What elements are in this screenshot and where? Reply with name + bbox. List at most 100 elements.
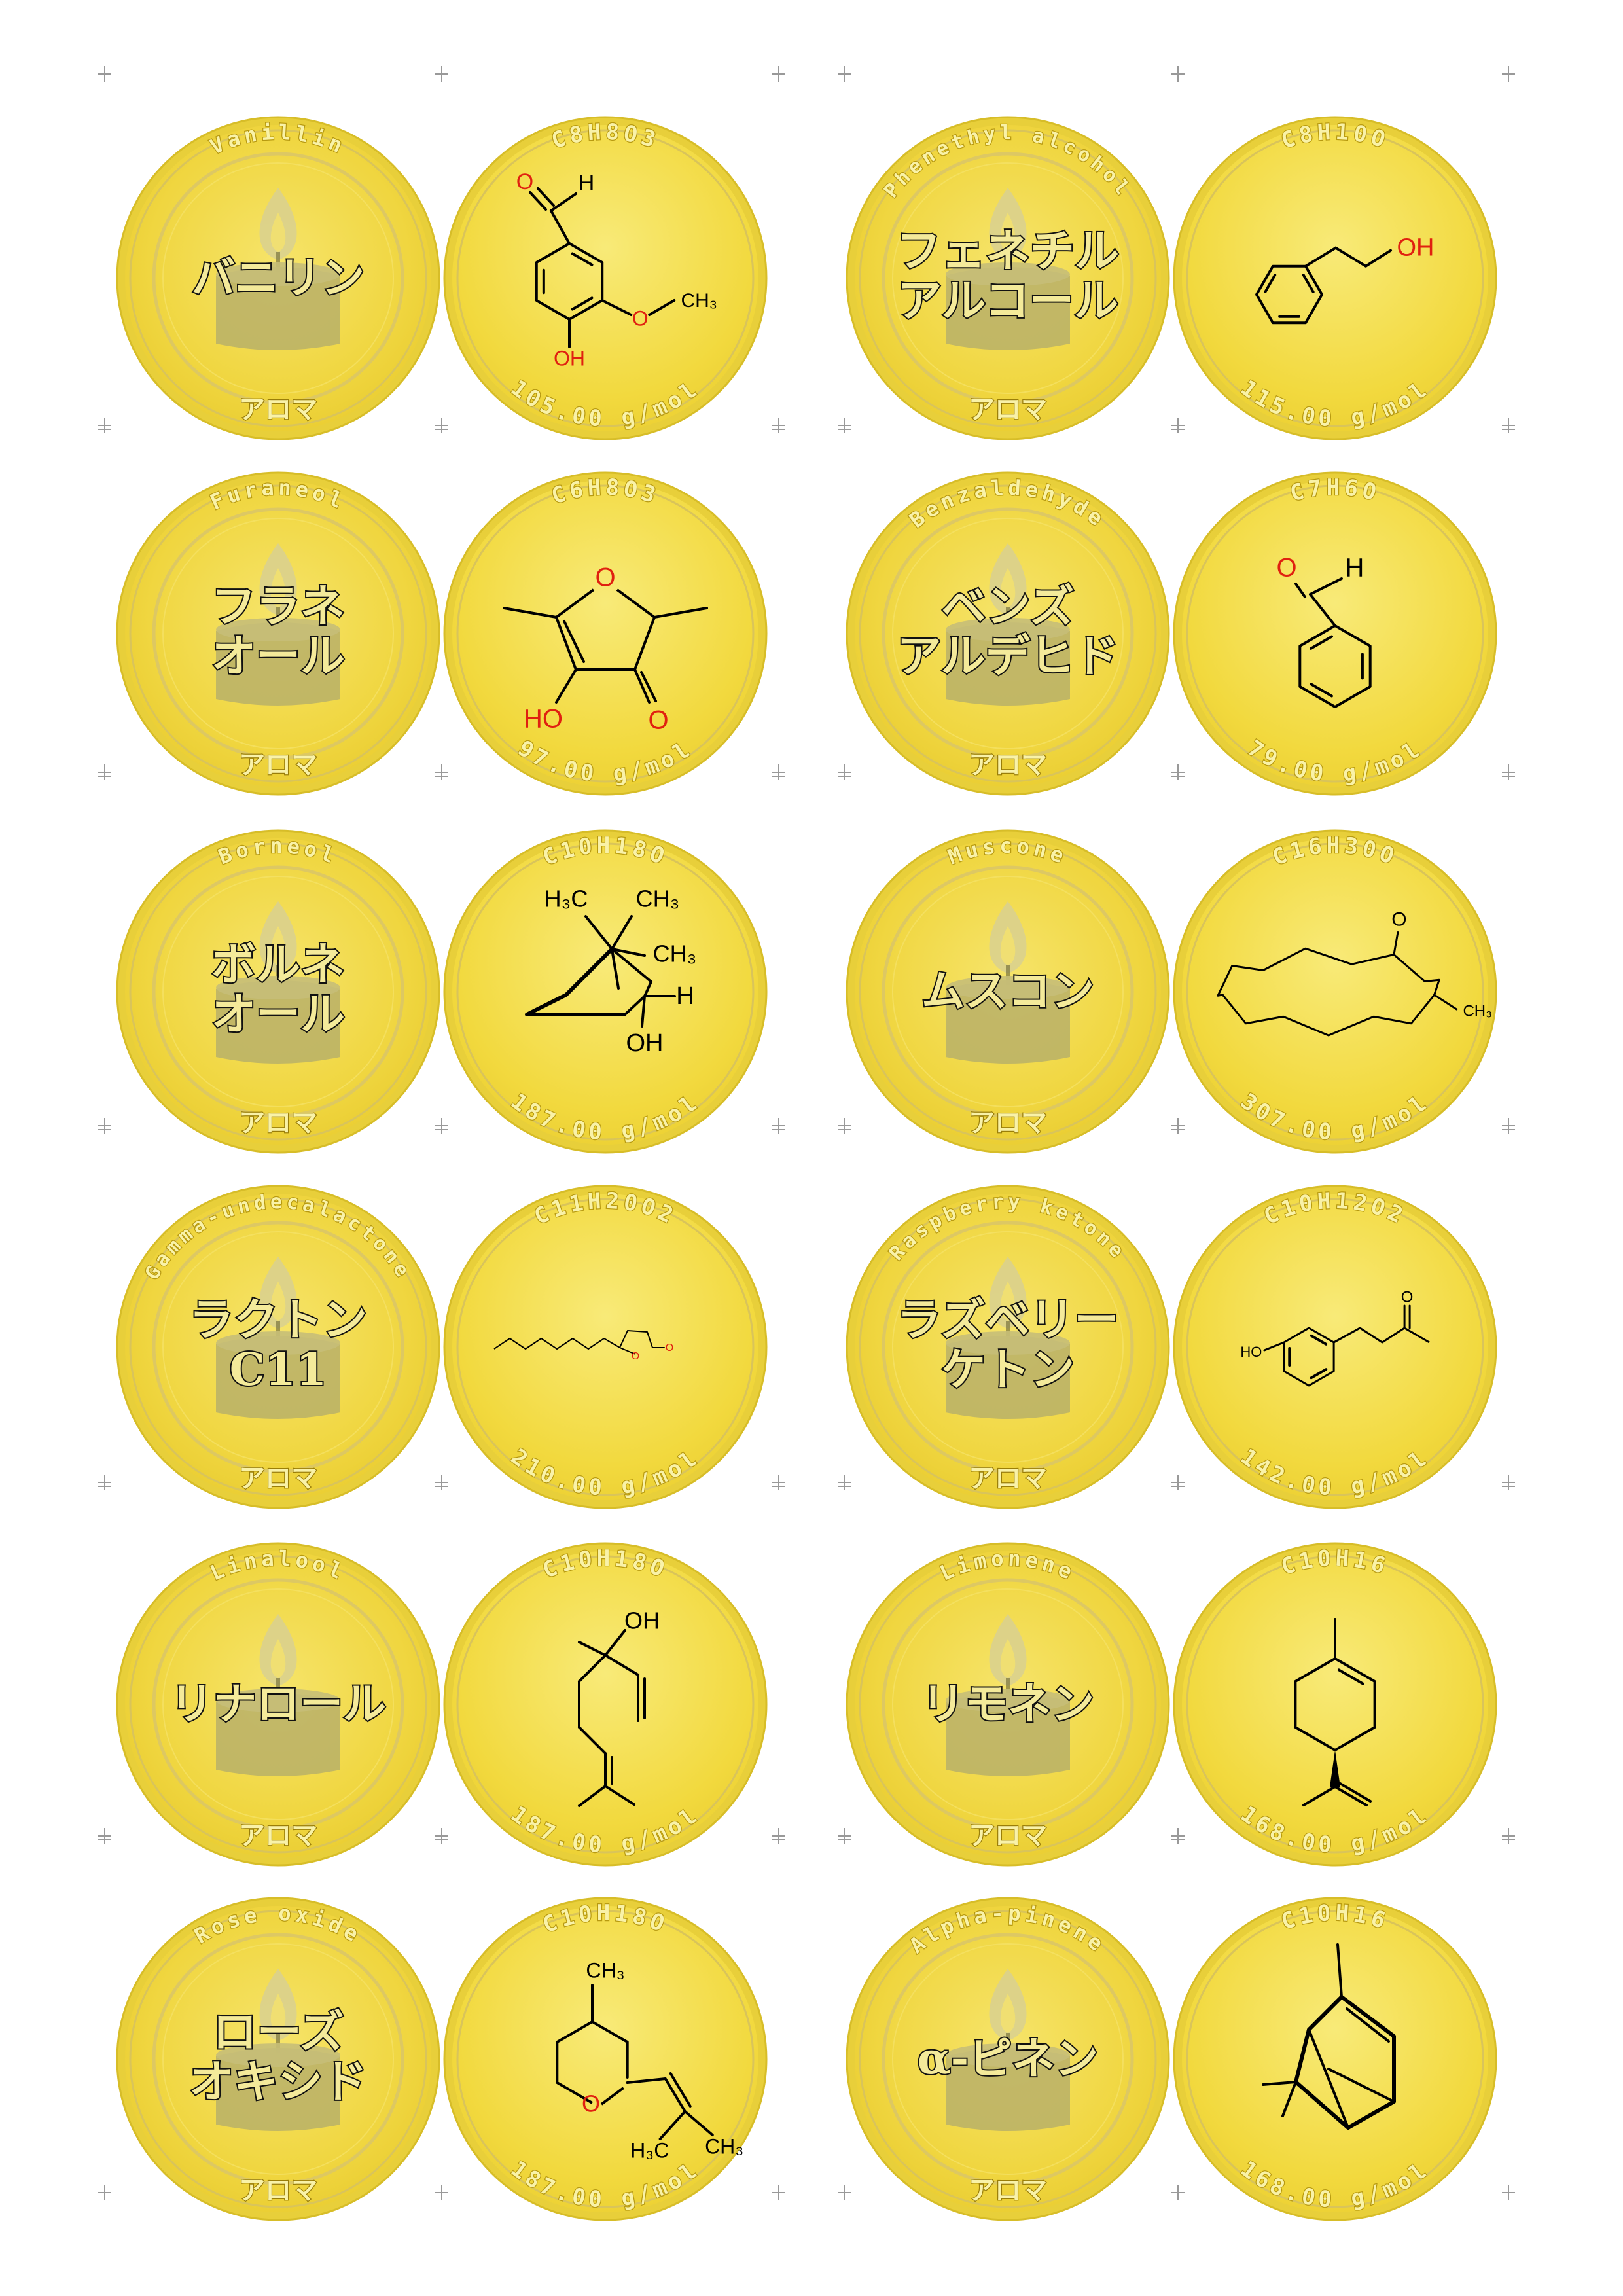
crop-mark	[98, 2185, 111, 2200]
coin-japanese-name: ベンズ	[942, 581, 1075, 633]
coin-japanese-name: ローズ	[213, 2006, 344, 2058]
coin-front: Linaloolアロマリナロール	[116, 1542, 440, 1867]
crop-mark	[1171, 2185, 1185, 2200]
coin-footer-label: アロマ	[239, 1107, 317, 1138]
atom-label: O	[648, 706, 668, 735]
coin-back: C10H16168.00 g/mol	[1173, 1542, 1497, 1867]
coin-japanese-name: オール	[211, 988, 345, 1041]
crop-mark	[1171, 1828, 1185, 1844]
atom-label: O	[582, 2090, 600, 2117]
coin-front: Borneolアロマボルネオール	[116, 829, 440, 1154]
coin-japanese-name: フェネチル	[897, 225, 1119, 278]
atom-label: HO	[1240, 1344, 1262, 1360]
coin-japanese-name: ラクトン	[189, 1294, 367, 1346]
atom-label: CH₃	[705, 2134, 743, 2158]
coin-back: C10H16168.00 g/mol	[1173, 1897, 1497, 2221]
crop-mark	[838, 418, 851, 433]
coin-back: C10H18O187.00 g/molOCH₃H₃C CH₃	[443, 1897, 768, 2221]
atom-label: H	[1346, 554, 1364, 583]
coin-footer-label: アロマ	[239, 394, 317, 425]
coin-japanese-name: アルコール	[897, 275, 1118, 327]
coin-japanese-name: α-ピネン	[918, 2033, 1098, 2084]
coin-front: Vanillinアロマバニリン	[116, 116, 440, 440]
atom-label: O	[632, 1351, 639, 1362]
coin-footer-label: アロマ	[969, 1463, 1047, 1494]
coin-footer-label: アロマ	[969, 2175, 1047, 2206]
coin-back: C11H20O2210.00 g/molOO	[443, 1185, 768, 1509]
crop-mark	[1171, 1118, 1185, 1134]
crop-mark	[98, 1475, 111, 1490]
crop-mark	[435, 1118, 448, 1134]
atom-label: OH	[624, 1607, 660, 1634]
coin-front: Gamma-undecalactoneアロマラクトンC11	[116, 1185, 440, 1509]
coin-footer-label: アロマ	[969, 1107, 1047, 1138]
crop-mark	[1502, 1118, 1515, 1134]
atom-label: H₃C	[544, 886, 588, 912]
crop-mark	[98, 1118, 111, 1134]
coin-japanese-name: ケトン	[941, 1344, 1075, 1396]
coin-front: Raspberry ketoneアロマラズベリーケトン	[846, 1185, 1170, 1509]
atom-label: H	[579, 171, 595, 196]
crop-mark	[435, 66, 448, 82]
coin-footer-label: アロマ	[239, 749, 317, 780]
crop-mark	[98, 1828, 111, 1844]
crop-mark	[838, 1118, 851, 1134]
crop-mark	[1171, 418, 1185, 433]
coin-japanese-name: オール	[211, 630, 345, 683]
crop-mark	[838, 764, 851, 780]
coin-japanese-name: アルデヒド	[897, 630, 1118, 683]
atom-label: CH₃	[653, 941, 697, 967]
crop-mark	[838, 66, 851, 82]
coin-front: Benzaldehydeアロマベンズアルデヒド	[846, 471, 1170, 796]
coin-front: Musconeアロマムスコン	[846, 829, 1170, 1154]
coin-front: Rose oxideアロマローズオキシド	[116, 1897, 440, 2221]
coin-back: C16H30O307.00 g/molOCH₃	[1173, 829, 1497, 1154]
crop-mark	[1502, 2185, 1515, 2200]
crop-mark	[772, 1475, 785, 1490]
crop-mark	[1171, 66, 1185, 82]
atom-label: O	[1391, 908, 1406, 930]
atom-label: HO	[524, 705, 563, 734]
crop-mark	[1502, 418, 1515, 433]
atom-label: O	[666, 1342, 673, 1354]
coin-front: Phenethyl alcoholアロマフェネチルアルコール	[846, 116, 1170, 440]
coin-sheet: VanillinアロマバニリンC8H8O3105.00 g/molO HOHOCH…	[98, 66, 1515, 2221]
crop-mark	[1502, 1475, 1515, 1490]
atom-label: CH₃	[1463, 1002, 1491, 1020]
atom-label: CH₃	[681, 290, 717, 312]
atom-label: O	[1401, 1288, 1414, 1306]
crop-mark	[772, 1118, 785, 1134]
crop-mark	[98, 66, 111, 82]
atom-label: O	[632, 306, 649, 330]
coin-footer-label: アロマ	[969, 1820, 1047, 1851]
coin-japanese-name: フラネ	[211, 581, 345, 633]
coin-front: Limoneneアロマリモネン	[846, 1542, 1170, 1867]
coin-grid: VanillinアロマバニリンC8H8O3105.00 g/molO HOHOCH…	[116, 116, 1497, 2221]
crop-mark	[435, 764, 448, 780]
coin-japanese-name: バニリン	[192, 252, 365, 303]
coin-japanese-name: リナロール	[170, 1678, 386, 1729]
coin-japanese-name: ボルネ	[211, 939, 345, 991]
coin-back: C6H8O397.00 g/molOHO O	[443, 471, 768, 796]
coin-front: Furaneolアロマフラネオール	[116, 471, 440, 796]
atom-label: H	[676, 982, 694, 1010]
atom-label: CH₃	[636, 886, 680, 912]
crop-mark	[772, 764, 785, 780]
atom-label: CH₃	[586, 1958, 624, 1982]
crop-mark	[1502, 1828, 1515, 1844]
crop-mark	[435, 1828, 448, 1844]
atom-label: O	[1276, 554, 1296, 583]
crop-mark	[772, 2185, 785, 2200]
coin-back: C8H8O3105.00 g/molO HOHOCH₃	[443, 116, 768, 440]
coin-back: C8H10O115.00 g/molOH	[1173, 116, 1497, 440]
coin-back: C10H18O187.00 g/molOH	[443, 1542, 768, 1867]
coin-footer-label: アロマ	[239, 1463, 317, 1494]
atom-label: H₃C	[630, 2138, 669, 2162]
atom-label: OH	[626, 1030, 664, 1057]
coin-japanese-name: オキシド	[189, 2056, 367, 2108]
crop-mark	[838, 1475, 851, 1490]
crop-mark	[1171, 764, 1185, 780]
coin-back: C10H18O187.00 g/molH₃C CH₃CH₃HOH	[443, 829, 768, 1154]
crop-mark	[772, 1828, 785, 1844]
coin-footer-label: アロマ	[239, 2175, 317, 2206]
